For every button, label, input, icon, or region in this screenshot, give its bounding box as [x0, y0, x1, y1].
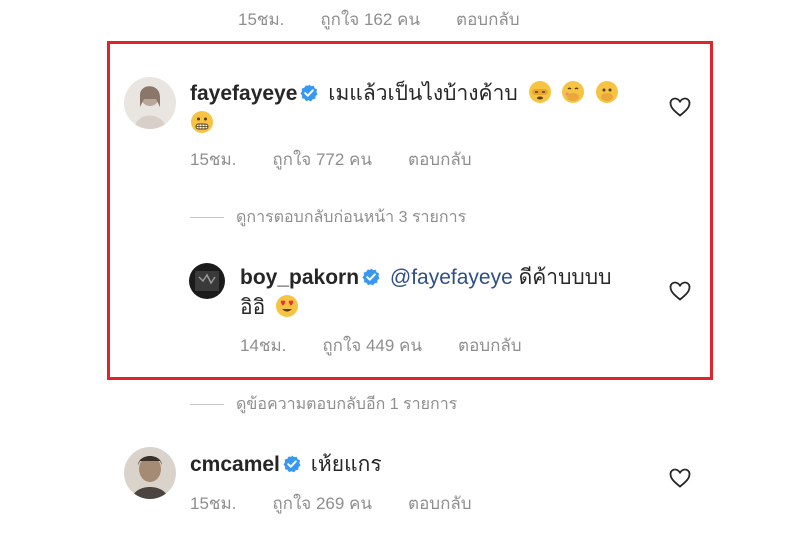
top-comment-meta: 15ชม. ถูกใจ 162 คน ตอบกลับ: [238, 6, 520, 33]
hand-over-mouth-emoji: [562, 81, 585, 103]
username-cmcamel[interactable]: cmcamel: [190, 453, 280, 476]
username-fayefayeye[interactable]: fayefayeye: [190, 82, 297, 105]
boy-reply-meta: 14ชม. ถูกใจ 449 คน ตอบกลับ: [240, 332, 522, 359]
view-more-replies[interactable]: ดูข้อความตอบกลับอีก 1 รายการ: [190, 392, 457, 417]
comment-text: เมแล้วเป็นไงบ้างค้าบ: [328, 82, 518, 105]
avatar-cmcamel[interactable]: [124, 447, 176, 499]
view-previous-label[interactable]: ดูการตอบกลับก่อนหน้า 3 รายการ: [236, 205, 466, 230]
reply-button[interactable]: ตอบกลับ: [408, 490, 472, 517]
thread-divider: [190, 217, 224, 218]
reply-button[interactable]: ตอบกลับ: [408, 146, 472, 173]
reply-button[interactable]: ตอบกลับ: [458, 332, 522, 359]
comment-cmcamel: cmcamel เห้ยแกร: [190, 450, 630, 480]
verified-badge-icon: [300, 84, 318, 102]
like-heart-icon[interactable]: [669, 281, 691, 301]
verified-badge-icon: [283, 455, 301, 473]
like-count[interactable]: ถูกใจ 269 คน: [272, 490, 372, 517]
like-count[interactable]: ถูกใจ 772 คน: [272, 146, 372, 173]
avatar-boy-pakorn[interactable]: [189, 263, 225, 299]
hand-over-mouth-emoji: [596, 81, 619, 103]
faye-comment-meta: 15ชม. ถูกใจ 772 คน ตอบกลับ: [190, 146, 472, 173]
grimacing-emoji: [191, 111, 213, 133]
view-previous-replies[interactable]: ดูการตอบกลับก่อนหน้า 3 รายการ: [190, 205, 466, 230]
reply-boy-pakorn: boy_pakorn @fayefayeye ดีค้าบบบบ อิอิ: [240, 263, 660, 323]
verified-badge-icon: [362, 268, 380, 286]
reply-button[interactable]: ตอบกลับ: [456, 6, 520, 33]
reply-text-line2: อิอิ: [240, 296, 266, 319]
reply-text-line1: ดีค้าบบบบ: [518, 266, 612, 289]
comment-time: 14ชม.: [240, 336, 287, 355]
comment-time: 15ชม.: [238, 10, 285, 29]
thread-divider: [190, 404, 224, 405]
like-count[interactable]: ถูกใจ 162 คน: [320, 6, 420, 33]
mention-link[interactable]: @fayefayeye: [390, 266, 513, 289]
like-heart-icon[interactable]: [669, 468, 691, 488]
avatar-fayefayeye[interactable]: [124, 77, 176, 129]
comment-time: 15ชม.: [190, 150, 237, 169]
view-more-label[interactable]: ดูข้อความตอบกลับอีก 1 รายการ: [236, 392, 457, 417]
username-boy-pakorn[interactable]: boy_pakorn: [240, 266, 359, 289]
comment-text: เห้ยแกร: [310, 453, 382, 476]
like-count[interactable]: ถูกใจ 449 คน: [322, 332, 422, 359]
eyes-closed-peek-emoji: [528, 81, 551, 103]
heart-eyes-emoji: [276, 295, 299, 317]
comment-time: 15ชม.: [190, 494, 237, 513]
comment-fayefayeye: fayefayeye เมแล้วเป็นไงบ้างค้าบ: [190, 79, 650, 139]
like-heart-icon[interactable]: [669, 97, 691, 117]
cm-comment-meta: 15ชม. ถูกใจ 269 คน ตอบกลับ: [190, 490, 472, 517]
